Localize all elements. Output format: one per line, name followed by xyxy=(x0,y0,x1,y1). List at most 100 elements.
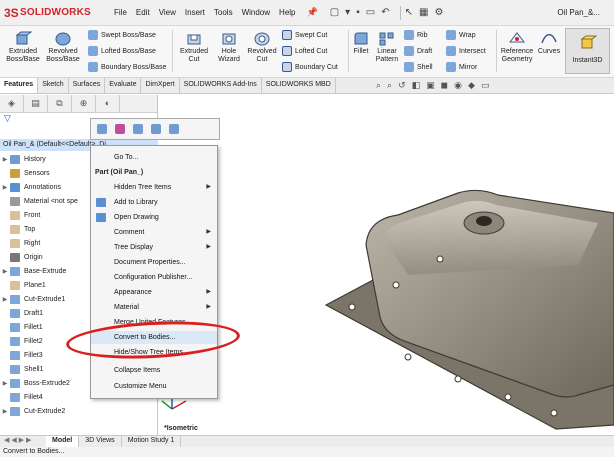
reference-geometry-button[interactable]: Reference Geometry xyxy=(498,30,536,64)
appearance-edit-icon[interactable] xyxy=(115,124,125,134)
tree-item[interactable]: Right xyxy=(0,237,40,250)
tab-model[interactable]: Model xyxy=(46,436,80,447)
tab-mbd[interactable]: SOLIDWORKS MBD xyxy=(262,78,336,93)
select-icon[interactable]: ↖ xyxy=(405,7,413,18)
expand-arrow-icon[interactable]: ▶ xyxy=(0,156,10,163)
tree-item[interactable]: ▶ Annotations xyxy=(0,181,61,194)
hide-show-icon[interactable]: ◉ xyxy=(454,80,462,91)
menu-help[interactable]: Help xyxy=(279,8,295,17)
menu-hidden-tree-items[interactable]: Hidden Tree Items ▶ xyxy=(91,181,217,194)
pin-icon[interactable]: 📌 xyxy=(307,7,318,18)
extruded-boss-button[interactable]: Extruded Boss/Base xyxy=(4,30,42,64)
extruded-cut-button[interactable]: Extruded Cut xyxy=(176,30,212,64)
tab-evaluate[interactable]: Evaluate xyxy=(105,78,142,93)
menu-edit[interactable]: Edit xyxy=(136,8,150,17)
menu-file[interactable]: File xyxy=(114,8,127,17)
tree-item[interactable]: Fillet1 xyxy=(0,321,43,334)
menu-document-properties[interactable]: Document Properties... xyxy=(91,256,217,269)
menu-add-to-library[interactable]: Add to Library xyxy=(91,196,217,209)
tree-item[interactable]: Fillet2 xyxy=(0,335,43,348)
menu-view[interactable]: View xyxy=(159,8,176,17)
zoom-to-fit-icon[interactable]: ⌕ xyxy=(376,80,381,91)
menu-tree-display[interactable]: Tree Display ▶ xyxy=(91,241,217,254)
tab-3d-views[interactable]: 3D Views xyxy=(79,436,122,447)
feature-properties-icon[interactable] xyxy=(133,124,143,134)
tree-item[interactable]: ▶ Cut-Extrude1 xyxy=(0,293,65,306)
expand-arrow-icon[interactable]: ▶ xyxy=(0,408,10,415)
swept-boss-button[interactable]: Swept Boss/Base xyxy=(88,30,156,40)
tree-item[interactable]: Origin xyxy=(0,251,43,264)
view-orientation-icon[interactable]: ▣ xyxy=(426,80,435,91)
lofted-boss-button[interactable]: Lofted Boss/Base xyxy=(88,46,156,56)
lofted-cut-button[interactable]: Lofted Cut xyxy=(282,46,327,56)
instant3d-button[interactable]: Instant3D xyxy=(565,28,610,74)
save-icon[interactable]: ▪ xyxy=(356,7,360,18)
tab-motion-study[interactable]: Motion Study 1 xyxy=(122,436,182,447)
menu-customize-menu[interactable]: Customize Menu xyxy=(91,380,217,393)
scene-icon[interactable]: ▭ xyxy=(481,80,490,91)
tree-item[interactable]: ▶ Cut-Extrude2 xyxy=(0,405,65,418)
tab-features[interactable]: Features xyxy=(0,78,39,93)
rebuild-icon[interactable]: ▦ xyxy=(419,7,428,18)
wrap-button[interactable]: Wrap xyxy=(446,30,476,40)
solidworks-logo[interactable]: 3S SOLIDWORKS xyxy=(4,6,100,20)
feature-manager-tab-icon[interactable]: ◈ xyxy=(0,95,24,112)
tree-item[interactable]: Shell1 xyxy=(0,363,43,376)
menu-go-to[interactable]: Go To... xyxy=(91,151,217,164)
tab-navigation-arrows[interactable]: ◀ ◀ ▶ ▶ xyxy=(0,436,46,447)
zoom-area-icon[interactable]: ⌕ xyxy=(387,80,392,91)
open-icon[interactable]: ▾ xyxy=(345,7,350,18)
tree-item[interactable]: Fillet4 xyxy=(0,391,43,404)
edit-feature-icon[interactable] xyxy=(169,124,179,134)
draft-button[interactable]: Draft xyxy=(404,46,432,56)
hole-wizard-button[interactable]: Hole Wizard xyxy=(212,30,246,64)
menu-window[interactable]: Window xyxy=(242,8,270,17)
menu-insert[interactable]: Insert xyxy=(185,8,205,17)
expand-arrow-icon[interactable]: ▶ xyxy=(0,296,10,303)
new-document-icon[interactable]: ▢ xyxy=(330,7,339,18)
boundary-cut-button[interactable]: Boundary Cut xyxy=(282,62,338,72)
expand-arrow-icon[interactable]: ▶ xyxy=(0,268,10,275)
rib-button[interactable]: Rib xyxy=(404,30,428,40)
menu-material[interactable]: Material ▶ xyxy=(91,301,217,314)
tab-dimxpert[interactable]: DimXpert xyxy=(141,78,180,93)
tree-item[interactable]: Top xyxy=(0,223,35,236)
graphics-area[interactable]: *Isometric xyxy=(158,95,614,435)
curves-button[interactable]: Curves xyxy=(536,30,562,56)
undo-icon[interactable]: ↶ xyxy=(381,7,389,18)
tree-item[interactable]: Front xyxy=(0,209,40,222)
menu-collapse-items[interactable]: Collapse Items xyxy=(91,364,217,377)
section-view-icon[interactable]: ◧ xyxy=(412,80,421,91)
previous-view-icon[interactable]: ↺ xyxy=(398,80,406,91)
display-manager-tab-icon[interactable]: ◐ xyxy=(96,95,120,112)
expand-arrow-icon[interactable]: ▶ xyxy=(0,380,10,387)
rebuild-part-icon[interactable] xyxy=(151,124,161,134)
tree-item[interactable]: Fillet3 xyxy=(0,349,43,362)
menu-configuration-publisher[interactable]: Configuration Publisher... xyxy=(91,271,217,284)
revolved-cut-button[interactable]: Revolved Cut xyxy=(244,30,280,64)
intersect-button[interactable]: Intersect xyxy=(446,46,486,56)
tree-item[interactable]: Draft1 xyxy=(0,307,43,320)
print-icon[interactable]: ▭ xyxy=(366,7,375,18)
tree-item[interactable]: ▶ Base-Extrude xyxy=(0,265,66,278)
tree-item[interactable]: ▶ Boss-Extrude2 xyxy=(0,377,70,390)
menu-comment[interactable]: Comment ▶ xyxy=(91,226,217,239)
tab-addins[interactable]: SOLIDWORKS Add-Ins xyxy=(180,78,262,93)
menu-tools[interactable]: Tools xyxy=(214,8,233,17)
configuration-manager-tab-icon[interactable]: ⧉ xyxy=(48,95,72,112)
tree-item[interactable]: Sensors xyxy=(0,167,50,180)
menu-open-drawing[interactable]: Open Drawing xyxy=(91,211,217,224)
shell-button[interactable]: Shell xyxy=(404,62,433,72)
revolved-boss-button[interactable]: Revolved Boss/Base xyxy=(44,30,82,64)
tree-item[interactable]: ▶ History xyxy=(0,153,46,166)
options-icon[interactable]: ⚙ xyxy=(434,7,443,18)
tab-surfaces[interactable]: Surfaces xyxy=(69,78,106,93)
tree-item[interactable]: Material <not spe xyxy=(0,195,78,208)
zoom-to-selection-icon[interactable] xyxy=(97,124,107,134)
menu-appearance[interactable]: Appearance ▶ xyxy=(91,286,217,299)
mirror-button[interactable]: Mirror xyxy=(446,62,477,72)
appearance-icon[interactable]: ◆ xyxy=(468,80,475,91)
tree-item[interactable]: Plane1 xyxy=(0,279,46,292)
property-manager-tab-icon[interactable]: ▤ xyxy=(24,95,48,112)
fillet-button[interactable]: Fillet xyxy=(350,30,372,56)
